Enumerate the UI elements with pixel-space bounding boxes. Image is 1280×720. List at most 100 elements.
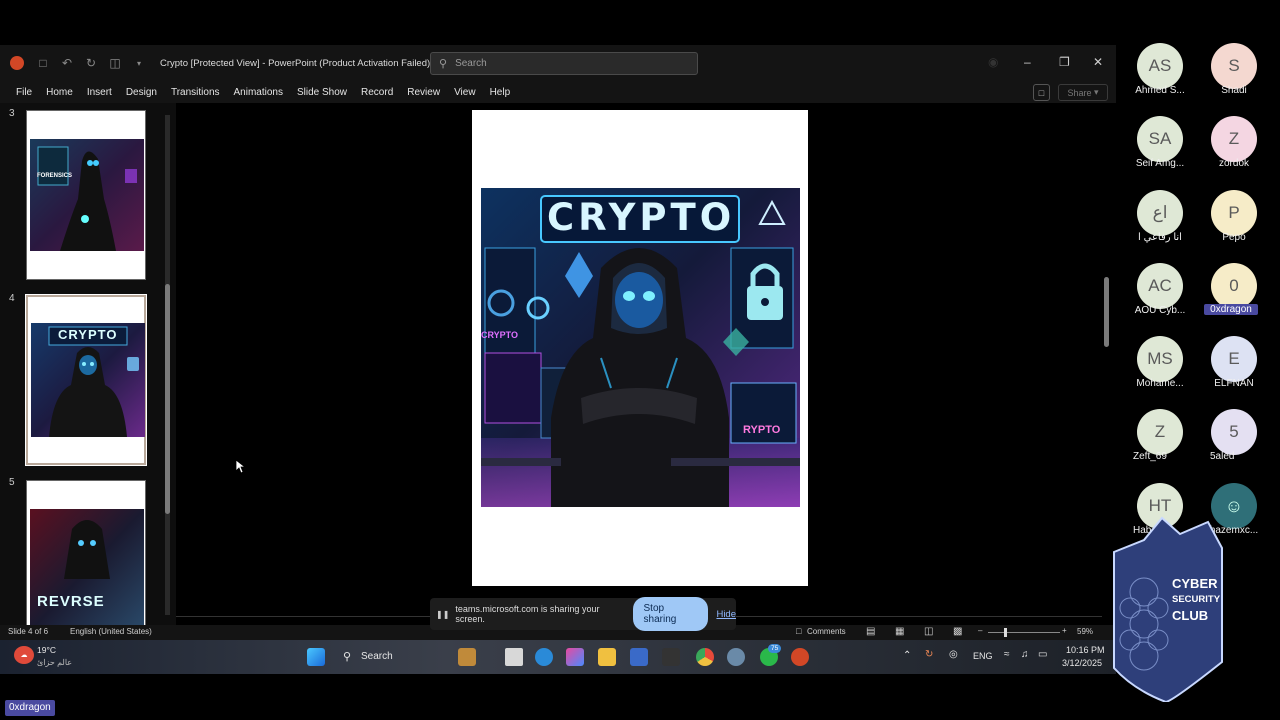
hide-button[interactable]: Hide xyxy=(716,609,736,620)
participant-avatar[interactable]: Z xyxy=(1137,409,1183,455)
tab-view[interactable]: View xyxy=(454,87,476,98)
restore-button[interactable]: ❐ xyxy=(1059,55,1070,69)
chrome-icon[interactable] xyxy=(696,648,714,666)
tray-overflow-icon[interactable]: ⌃ xyxy=(903,650,911,661)
reading-view-icon[interactable]: ◫ xyxy=(924,626,933,637)
title-bar: □ ↶ ↻ ◫ ▾ Crypto [Protected View] - Powe… xyxy=(0,45,1116,81)
tab-record[interactable]: Record xyxy=(361,87,393,98)
tab-home[interactable]: Home xyxy=(46,87,73,98)
undo-icon[interactable]: ↶ xyxy=(58,54,76,72)
start-button[interactable] xyxy=(307,648,325,666)
customize-toolbar-icon[interactable]: ▾ xyxy=(130,54,148,72)
clock-time[interactable]: 10:16 PM xyxy=(1066,645,1105,655)
close-button[interactable]: ✕ xyxy=(1093,55,1103,69)
slide-title: CRYPTO xyxy=(547,196,736,239)
participant-avatar[interactable]: S xyxy=(1211,43,1257,89)
current-slide[interactable]: CRYPTO CRYPTO RYPTO xyxy=(472,110,808,586)
task-view-icon[interactable] xyxy=(505,648,523,666)
ribbon-tabs: File Home Insert Design Transitions Anim… xyxy=(0,81,1116,103)
present-icon[interactable]: ◫ xyxy=(106,54,124,72)
participant-avatar[interactable]: P xyxy=(1211,190,1257,236)
tab-help[interactable]: Help xyxy=(490,87,511,98)
participant-avatar[interactable]: SA xyxy=(1137,116,1183,162)
participant-avatar[interactable]: Z xyxy=(1211,116,1257,162)
stop-sharing-button[interactable]: Stop sharing xyxy=(632,597,709,631)
search-placeholder: Search xyxy=(455,58,487,69)
slide-number: 4 xyxy=(9,293,15,304)
participant-name: AOU Cyb... xyxy=(1134,305,1186,316)
taskbar-search[interactable]: Search xyxy=(361,651,393,662)
participant-name: Mohame... xyxy=(1136,378,1184,389)
slide-thumbnail-3[interactable]: FORENSICS xyxy=(26,110,146,280)
tab-file[interactable]: File xyxy=(16,87,32,98)
comment-icon[interactable]: □ xyxy=(1033,84,1050,101)
mic-tray-icon[interactable]: ◎ xyxy=(949,649,958,660)
comments-button[interactable]: Comments xyxy=(807,627,846,636)
participant-avatar[interactable]: AC xyxy=(1137,263,1183,309)
zoom-in-icon[interactable]: + xyxy=(1062,626,1067,635)
tab-slide-show[interactable]: Slide Show xyxy=(297,87,347,98)
participant-name: Shadi xyxy=(1221,85,1247,96)
battery-icon[interactable]: ▭ xyxy=(1038,649,1047,660)
participant-avatar[interactable]: 5 xyxy=(1211,409,1257,455)
redo-icon[interactable]: ↻ xyxy=(82,54,100,72)
slide-sorter-icon[interactable]: ▦ xyxy=(895,626,904,637)
slide-counter: Slide 4 of 6 xyxy=(8,627,49,636)
participant-avatar[interactable]: 0 xyxy=(1211,263,1257,309)
store-icon[interactable] xyxy=(630,648,648,666)
zoom-level[interactable]: 59% xyxy=(1077,627,1093,636)
participant-avatar[interactable]: AS xyxy=(1137,43,1183,89)
zoom-out-icon[interactable]: – xyxy=(978,626,982,635)
zoom-slider[interactable] xyxy=(988,632,1060,633)
participant-avatar[interactable]: E xyxy=(1211,336,1257,382)
tab-transitions[interactable]: Transitions xyxy=(171,87,220,98)
logo-line-2: SECURITY xyxy=(1172,594,1221,605)
slideshow-view-icon[interactable]: ▩ xyxy=(953,626,962,637)
weather-desc: عالم حزائ xyxy=(37,658,73,667)
widgets-icon[interactable] xyxy=(458,648,476,666)
edge-icon[interactable] xyxy=(535,648,553,666)
tab-design[interactable]: Design xyxy=(126,87,157,98)
mouse-cursor-icon xyxy=(236,460,246,474)
powerpoint-taskbar-icon[interactable] xyxy=(791,648,809,666)
file-explorer-icon[interactable] xyxy=(598,648,616,666)
presenter-name-badge: 0xdragon xyxy=(5,700,55,716)
language-indicator-tray[interactable]: ENG xyxy=(973,651,993,661)
update-icon[interactable]: ↻ xyxy=(925,649,933,660)
participant-avatar[interactable]: MS xyxy=(1137,336,1183,382)
participant-name: Pepo xyxy=(1222,232,1246,243)
scrollbar-thumb[interactable] xyxy=(165,284,170,514)
slide-thumbnail-4[interactable]: CRYPTO xyxy=(25,294,147,466)
participant-name: zordok xyxy=(1218,158,1249,169)
minimize-button[interactable]: – xyxy=(1024,55,1031,69)
participant-avatar[interactable]: اع xyxy=(1137,190,1183,236)
terminal-icon[interactable] xyxy=(662,648,680,666)
save-icon[interactable]: □ xyxy=(34,54,52,72)
tab-insert[interactable]: Insert xyxy=(87,87,112,98)
volume-icon[interactable]: ♫ xyxy=(1021,649,1029,660)
slide-thumbnail-5[interactable]: REVRSE xyxy=(26,480,146,625)
thumbnail-image xyxy=(30,139,144,251)
clock-date[interactable]: 3/12/2025 xyxy=(1062,658,1102,668)
tab-review[interactable]: Review xyxy=(407,87,440,98)
share-button[interactable]: Share ▾ xyxy=(1058,84,1108,101)
normal-view-icon[interactable]: ▤ xyxy=(866,626,875,637)
thumbnail-label: FORENSICS xyxy=(37,173,73,179)
scrollbar-thumb[interactable] xyxy=(1104,277,1109,347)
search-input[interactable]: ⚲ Search xyxy=(430,52,698,75)
app-icon[interactable] xyxy=(727,648,745,666)
weather-icon[interactable]: ☁ xyxy=(14,646,34,664)
crypto-hacker-image[interactable]: CRYPTO CRYPTO RYPTO xyxy=(481,188,800,507)
slide-number: 5 xyxy=(9,477,15,488)
slide-thumbnail-pane: 3 FORENSICS 4 CRYPTO 5 REVRSE xyxy=(0,103,176,625)
thumbnail-scrollbar[interactable] xyxy=(163,109,172,619)
tab-animations[interactable]: Animations xyxy=(234,87,283,98)
comment-icon: □ xyxy=(796,626,802,636)
participant-name: ELFNAN xyxy=(1214,378,1254,389)
wifi-icon[interactable]: ≈ xyxy=(1004,649,1010,660)
language-indicator[interactable]: English (United States) xyxy=(70,627,152,636)
participant-name: Seif Amg... xyxy=(1135,158,1185,169)
copilot-icon[interactable] xyxy=(566,648,584,666)
zoom-slider-handle[interactable] xyxy=(1004,628,1007,637)
thumbnail-label: REVRSE xyxy=(37,593,105,610)
